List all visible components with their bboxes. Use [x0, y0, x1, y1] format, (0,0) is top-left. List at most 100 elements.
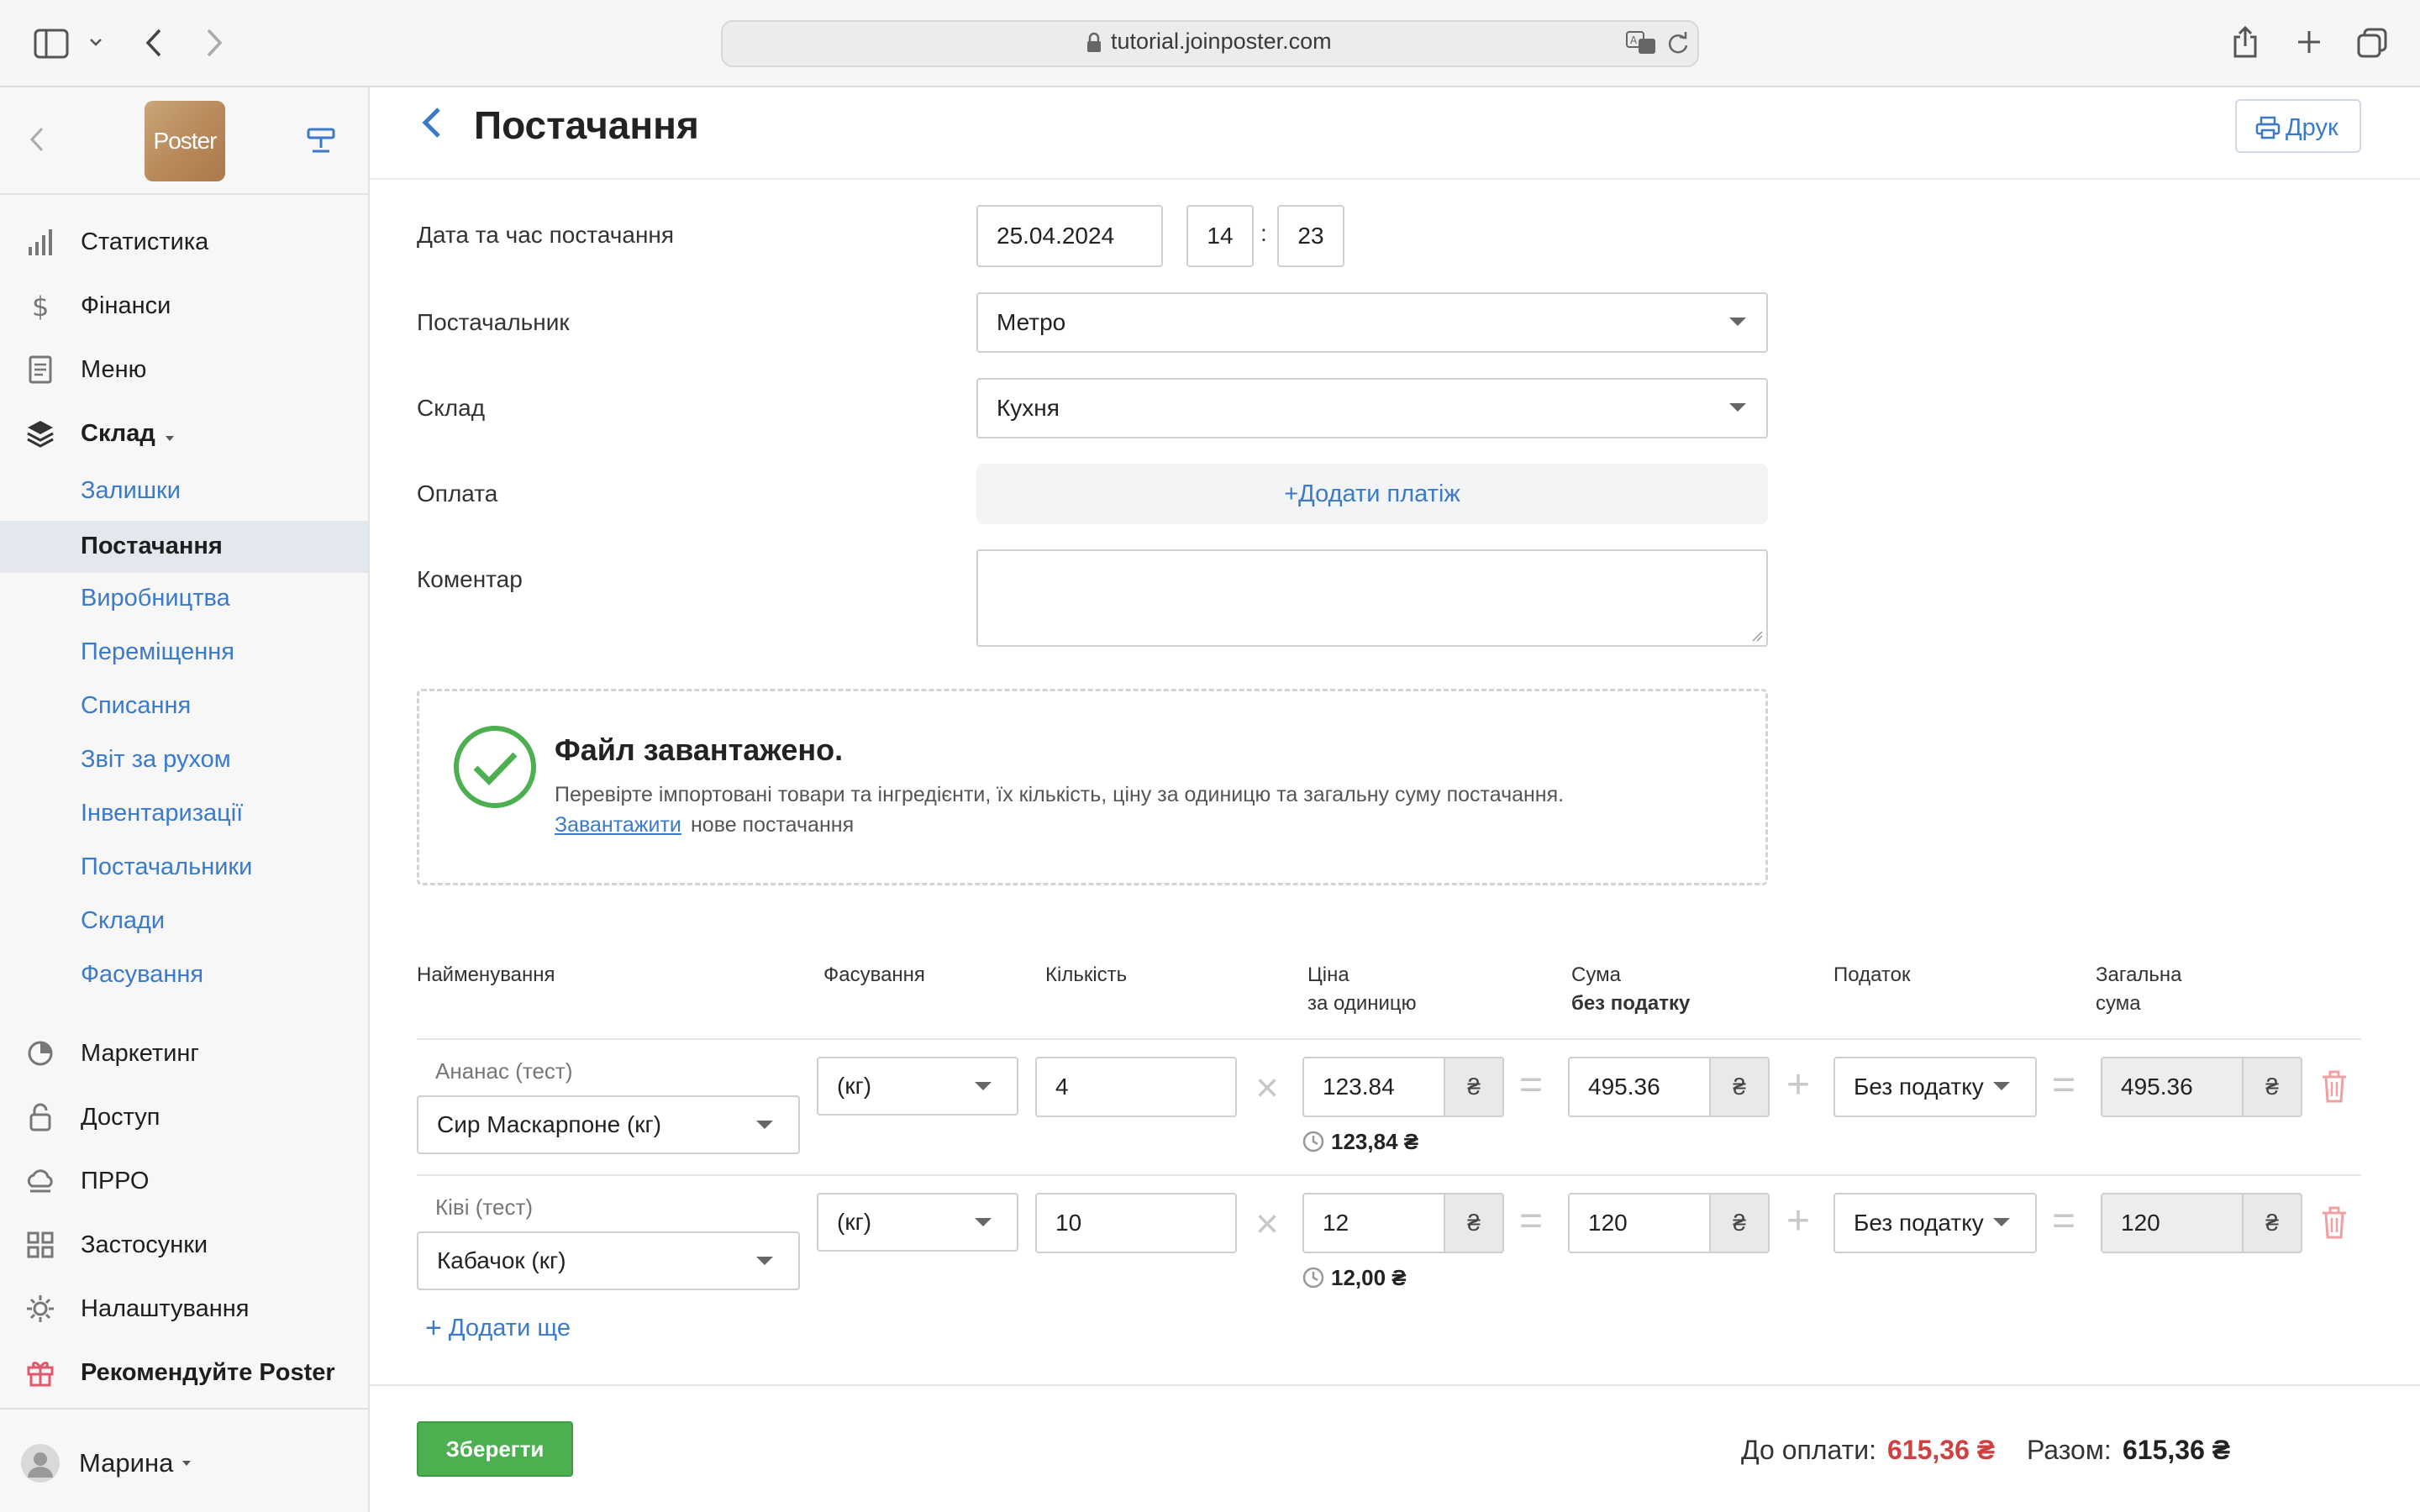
- nav-menu[interactable]: Меню: [0, 343, 370, 396]
- back-arrow-icon[interactable]: [145, 27, 163, 59]
- chevron-down-icon: [1993, 1082, 2010, 1090]
- sum-input[interactable]: 120: [1568, 1193, 1711, 1253]
- print-button[interactable]: Друк: [2235, 99, 2361, 153]
- nav-sub-suppliers[interactable]: Постачальники: [0, 842, 368, 894]
- sum-input[interactable]: 495.36: [1568, 1057, 1711, 1117]
- nav-label: Рекомендуйте Poster: [81, 1358, 335, 1386]
- minute-input[interactable]: 23: [1277, 205, 1344, 267]
- nav-recommend-poster[interactable]: Рекомендуйте Poster: [0, 1346, 370, 1399]
- nav-sub-write-offs[interactable]: Списання: [0, 680, 368, 732]
- gift-icon: [27, 1362, 54, 1387]
- hour-input[interactable]: 14: [1186, 205, 1254, 267]
- item-select[interactable]: Сир Маскарпоне (кг): [417, 1095, 800, 1154]
- supplier-label: Постачальник: [417, 309, 570, 335]
- user-name[interactable]: Марина: [79, 1448, 173, 1478]
- currency-addon: ₴: [2244, 1057, 2302, 1117]
- packing-value: (кг): [837, 1073, 872, 1099]
- divider: [0, 1408, 368, 1410]
- nav-sub-label: Постачання: [81, 533, 223, 559]
- price-input[interactable]: 123.84: [1302, 1057, 1445, 1117]
- chevron-down-icon[interactable]: [182, 1460, 192, 1467]
- comment-label: Коментар: [417, 566, 523, 592]
- plus-icon: +: [1786, 1199, 1811, 1243]
- add-more-button[interactable]: + Додати ще: [425, 1312, 571, 1345]
- nav-sub-transfers[interactable]: Переміщення: [0, 627, 368, 679]
- sidebar-toggle-icon[interactable]: [34, 29, 69, 59]
- column-header-sum: Сума без податку: [1571, 961, 1690, 1018]
- equals-icon: =: [1519, 1199, 1544, 1243]
- nav-finance[interactable]: $ Фінанси: [0, 279, 370, 333]
- pos-terminal-icon[interactable]: [306, 126, 336, 155]
- item-select[interactable]: Кабачок (кг): [417, 1231, 800, 1290]
- supplier-select[interactable]: Метро: [976, 292, 1768, 353]
- currency-addon: ₴: [1445, 1193, 1504, 1253]
- add-payment-button[interactable]: +Додати платіж: [976, 464, 1768, 524]
- price-input[interactable]: 12: [1302, 1193, 1445, 1253]
- nav-sub-production[interactable]: Виробництва: [0, 573, 368, 625]
- lock-icon: [29, 1103, 51, 1131]
- nav-marketing[interactable]: Маркетинг: [0, 1026, 370, 1080]
- nav-label: Налаштування: [81, 1294, 250, 1322]
- source-item-name: Ананас (тест): [435, 1058, 573, 1084]
- nav-sub-warehouses[interactable]: Склади: [0, 895, 368, 948]
- column-header-text: Ціна: [1307, 963, 1349, 986]
- resize-handle-icon[interactable]: [1751, 630, 1763, 642]
- back-icon[interactable]: [417, 104, 445, 141]
- translate-icon[interactable]: A: [1625, 30, 1659, 55]
- currency-addon: ₴: [1711, 1057, 1770, 1117]
- price-note: 12,00 ₴: [1331, 1265, 1407, 1290]
- forward-arrow-icon[interactable]: [205, 27, 224, 59]
- comment-textarea[interactable]: [976, 549, 1768, 647]
- trash-icon[interactable]: [2319, 1070, 2349, 1104]
- nav-sub-label: Звіт за рухом: [81, 746, 231, 773]
- multiply-icon: ×: [1255, 1066, 1280, 1110]
- page-title: Постачання: [474, 103, 699, 147]
- nav-sub-supplies[interactable]: Постачання: [0, 521, 368, 573]
- file-notice-rest: нове постачання: [691, 813, 855, 837]
- nav-sub-stock[interactable]: Залишки: [0, 465, 368, 517]
- nav-prro[interactable]: ПРРО: [0, 1154, 370, 1208]
- trash-icon[interactable]: [2319, 1206, 2349, 1240]
- column-header-text: за одиницю: [1307, 992, 1417, 1015]
- nav-sub-movement-report[interactable]: Звіт за рухом: [0, 734, 368, 786]
- chevron-down-icon[interactable]: [89, 37, 103, 47]
- nav-apps[interactable]: Застосунки: [0, 1218, 370, 1272]
- divider: [417, 1038, 2361, 1040]
- check-circle-icon: [454, 726, 536, 808]
- quantity-input[interactable]: 10: [1035, 1193, 1237, 1253]
- date-input[interactable]: 25.04.2024: [976, 205, 1163, 267]
- tax-value: Без податку: [1854, 1210, 1984, 1236]
- nav-sub-inventory[interactable]: Інвентаризації: [0, 788, 368, 840]
- save-button[interactable]: Зберегти: [417, 1421, 573, 1477]
- currency-addon: ₴: [2244, 1193, 2302, 1253]
- nav-settings[interactable]: Налаштування: [0, 1282, 370, 1336]
- divider: [370, 1384, 2420, 1386]
- total-label: Разом:: [2027, 1435, 2112, 1465]
- share-icon[interactable]: [2232, 25, 2259, 59]
- upload-link[interactable]: Завантажити: [555, 813, 681, 837]
- chevron-down-icon: [975, 1082, 992, 1090]
- total-value: 615,36 ₴: [2123, 1435, 2231, 1465]
- column-header-quantity: Кількість: [1045, 963, 1128, 986]
- nav-label: ПРРО: [81, 1167, 150, 1194]
- column-header-text: без податку: [1571, 992, 1691, 1015]
- nav-warehouse[interactable]: Склад: [0, 407, 370, 460]
- collapse-sidebar-icon[interactable]: [29, 126, 45, 153]
- nav-access[interactable]: Доступ: [0, 1090, 370, 1144]
- chevron-down-icon: [756, 1257, 773, 1265]
- equals-icon: =: [1519, 1063, 1544, 1107]
- nav-statistics[interactable]: Статистика: [0, 215, 370, 269]
- warehouse-select[interactable]: Кухня: [976, 378, 1768, 438]
- add-more-label: Додати ще: [448, 1315, 571, 1341]
- item-value: Кабачок (кг): [437, 1247, 566, 1273]
- poster-logo: Poster: [145, 101, 225, 181]
- print-label: Друк: [2286, 114, 2338, 141]
- nav-sub-label: Фасування: [81, 961, 204, 988]
- tabs-overview-icon[interactable]: [2356, 27, 2388, 59]
- reload-icon[interactable]: [1667, 32, 1689, 55]
- new-tab-icon[interactable]: [2296, 29, 2323, 55]
- avatar[interactable]: [20, 1443, 60, 1483]
- nav-label: Маркетинг: [81, 1039, 199, 1067]
- nav-sub-packing[interactable]: Фасування: [0, 949, 368, 1001]
- quantity-input[interactable]: 4: [1035, 1057, 1237, 1117]
